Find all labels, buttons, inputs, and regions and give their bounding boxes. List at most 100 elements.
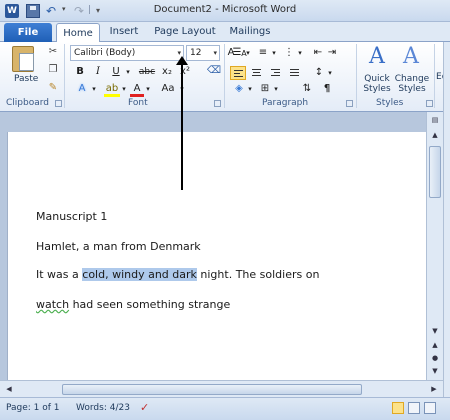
group-divider — [64, 44, 65, 108]
proofing-icon[interactable]: ✓ — [140, 401, 149, 414]
tab-file[interactable]: File — [4, 23, 52, 42]
tab-insert[interactable]: Insert — [104, 22, 144, 42]
numbering-icon[interactable]: ≡ — [256, 46, 270, 60]
ribbon: Paste ✂ ❐ ✎ Clipboard Calibri (Body) ▾ 1… — [0, 42, 450, 112]
document-line-4[interactable]: watch had seen something strange — [36, 298, 230, 311]
align-right-button[interactable] — [268, 66, 284, 80]
window-title: Document2 - Microsoft Word — [153, 4, 297, 15]
copy-icon[interactable]: ❐ — [47, 64, 59, 76]
selected-text[interactable]: cold, windy and dark — [82, 268, 197, 281]
scroll-up-icon[interactable]: ▲ — [429, 130, 441, 141]
scroll-left-icon[interactable]: ◀ — [3, 384, 15, 395]
chevron-down-icon[interactable]: ▾ — [326, 66, 334, 80]
window-edge — [443, 42, 450, 420]
spelling-flagged-word[interactable]: watch — [36, 298, 69, 311]
tab-home[interactable]: Home — [56, 23, 100, 43]
horizontal-scroll-thumb[interactable] — [62, 384, 362, 395]
annotation-arrow — [181, 62, 183, 190]
bullets-icon[interactable]: ☰ — [230, 46, 244, 60]
chevron-down-icon[interactable]: ▾ — [246, 82, 254, 96]
format-painter-icon[interactable]: ✎ — [47, 82, 59, 94]
scroll-right-icon[interactable]: ▶ — [428, 384, 440, 395]
change-styles-button[interactable]: Change Styles — [394, 74, 430, 94]
align-left-button[interactable] — [230, 66, 246, 80]
chevron-down-icon[interactable]: ▾ — [270, 46, 278, 60]
vertical-scroll-thumb[interactable] — [429, 146, 441, 198]
font-name-value: Calibri (Body) — [74, 48, 136, 58]
page-count[interactable]: Page: 1 of 1 — [6, 403, 60, 413]
change-styles-icon[interactable]: A — [398, 44, 424, 70]
font-size-dropdown[interactable]: 12 ▾ — [186, 45, 220, 61]
tab-page-layout[interactable]: Page Layout — [150, 22, 220, 42]
strikethrough-button[interactable]: abc — [138, 65, 156, 79]
next-page-icon[interactable]: ▼ — [429, 366, 441, 377]
scroll-down-icon[interactable]: ▼ — [429, 326, 441, 337]
clipboard-launcher-icon[interactable] — [55, 100, 62, 107]
underline-dropdown-icon[interactable]: ▾ — [124, 65, 132, 79]
group-divider — [434, 44, 435, 108]
font-group-label: Font — [128, 98, 148, 108]
show-formatting-icon[interactable]: ¶ — [320, 82, 334, 96]
quick-styles-icon[interactable]: A — [364, 44, 390, 70]
chevron-down-icon[interactable]: ▾ — [296, 46, 304, 60]
styles-group-label: Styles — [376, 98, 404, 108]
italic-button[interactable]: I — [92, 65, 104, 79]
word-count[interactable]: Words: 4/23 — [76, 403, 130, 413]
print-layout-view-button[interactable] — [392, 402, 404, 414]
subscript-button[interactable]: x₂ — [160, 65, 174, 79]
align-center-button[interactable] — [249, 66, 265, 80]
chevron-down-icon[interactable]: ▾ — [90, 82, 98, 96]
text-run: had seen something strange — [69, 298, 231, 311]
paragraph-launcher-icon[interactable] — [346, 100, 353, 107]
change-case-icon[interactable]: Aa — [158, 82, 178, 96]
chevron-down-icon[interactable]: ▾ — [244, 46, 252, 60]
text-run: It was a — [36, 268, 83, 281]
paste-icon[interactable] — [12, 46, 34, 72]
chevron-down-icon[interactable]: ▾ — [120, 82, 128, 96]
chevron-down-icon[interactable]: ▾ — [144, 82, 152, 96]
text-effects-icon[interactable]: A — [74, 82, 90, 96]
status-bar: Page: 1 of 1 Words: 4/23 ✓ — [0, 397, 450, 420]
web-layout-view-button[interactable] — [424, 402, 436, 414]
multilevel-list-icon[interactable]: ⋮ — [282, 46, 296, 60]
document-page[interactable]: Manuscript 1 Hamlet, a man from Denmark … — [7, 132, 426, 380]
clipboard-group-label: Clipboard — [6, 98, 49, 108]
text-run: night. The soldiers on — [196, 268, 320, 281]
borders-icon[interactable]: ⊞ — [258, 82, 272, 96]
view-ruler-icon[interactable]: ▤ — [429, 115, 441, 126]
increase-indent-icon[interactable]: ⇥ — [326, 46, 338, 60]
ribbon-tabs: File Home Insert Page Layout Mailings — [0, 22, 450, 43]
document-line-1[interactable]: Manuscript 1 — [36, 210, 107, 223]
select-browse-object-icon[interactable]: ● — [429, 353, 441, 364]
styles-launcher-icon[interactable] — [426, 100, 433, 107]
shading-icon[interactable]: ◈ — [232, 82, 246, 96]
highlight-color-icon[interactable]: ab — [104, 82, 120, 97]
full-screen-view-button[interactable] — [408, 402, 420, 414]
document-line-2[interactable]: Hamlet, a man from Denmark — [36, 240, 201, 253]
document-line-3[interactable]: It was a cold, windy and dark night. The… — [36, 268, 319, 281]
quick-styles-button[interactable]: Quick Styles — [358, 74, 396, 94]
font-size-value: 12 — [190, 48, 202, 58]
font-launcher-icon[interactable] — [214, 100, 221, 107]
previous-page-icon[interactable]: ▲ — [429, 340, 441, 351]
bold-button[interactable]: B — [74, 65, 86, 79]
sort-icon[interactable]: ⇅ — [300, 82, 314, 96]
group-divider — [356, 44, 357, 108]
justify-button[interactable] — [287, 66, 303, 80]
clear-formatting-icon[interactable]: ⌫ — [206, 64, 222, 78]
paragraph-group-label: Paragraph — [262, 98, 309, 108]
tab-mailings[interactable]: Mailings — [226, 22, 274, 42]
paste-button[interactable]: Paste — [14, 74, 38, 84]
cut-icon[interactable]: ✂ — [47, 46, 59, 58]
horizontal-scrollbar[interactable]: ◀ ▶ — [0, 380, 443, 397]
font-name-dropdown[interactable]: Calibri (Body) ▾ — [70, 45, 184, 61]
line-spacing-icon[interactable]: ↕ — [312, 66, 326, 80]
chevron-down-icon[interactable]: ▾ — [272, 82, 280, 96]
title-bar: W ↶ ▾ ↷ | ▾ Document2 - Microsoft Word — [0, 0, 450, 22]
group-divider — [224, 44, 225, 108]
vertical-scrollbar[interactable]: ▤ ▲ ▼ ▲ ● ▼ — [426, 112, 443, 380]
chevron-down-icon: ▾ — [213, 49, 217, 57]
decrease-indent-icon[interactable]: ⇤ — [312, 46, 324, 60]
font-color-icon[interactable]: A — [130, 82, 144, 97]
underline-button[interactable]: U — [110, 65, 122, 79]
